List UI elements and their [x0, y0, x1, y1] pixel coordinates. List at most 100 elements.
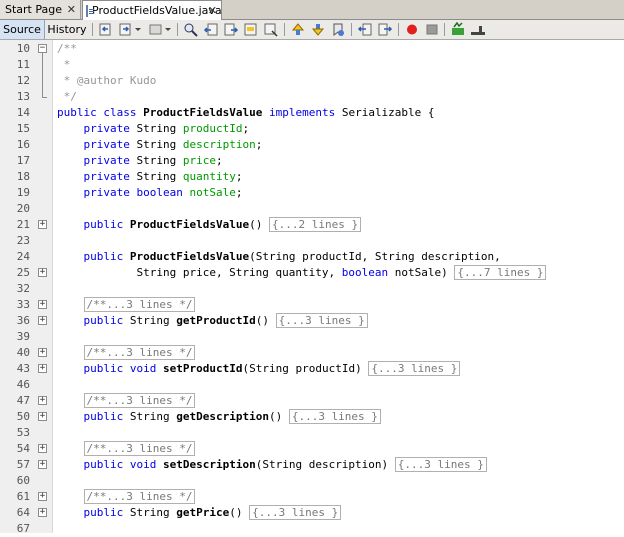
folded-block[interactable]: {...3 lines }	[249, 505, 342, 520]
code-text: String	[123, 506, 177, 519]
code-text: String	[123, 314, 177, 327]
last-edit-icon[interactable]	[148, 22, 164, 37]
shift-right-icon[interactable]	[377, 22, 393, 37]
java-file-icon	[86, 4, 94, 17]
toggle-selection-icon[interactable]	[263, 22, 279, 37]
code-text: notSale)	[388, 266, 455, 279]
toggle-bookmark-icon[interactable]	[330, 22, 346, 37]
line-number: 43	[16, 362, 30, 375]
line-number: 20	[16, 202, 30, 215]
back-icon[interactable]	[98, 22, 114, 37]
chevron-down-icon[interactable]	[134, 22, 142, 37]
stop-macro-recording-icon[interactable]	[424, 22, 440, 37]
code-line: public void setProductId(String productI…	[57, 361, 461, 377]
close-icon[interactable]: ✕	[67, 3, 76, 16]
fold-expand-icon[interactable]: +	[38, 444, 47, 453]
folded-block[interactable]: {...2 lines }	[268, 217, 362, 232]
line-number: 40	[16, 346, 30, 359]
fold-collapse-icon[interactable]: −	[38, 44, 47, 53]
code-line: /**...3 lines */	[57, 441, 196, 457]
code-line: String price, String quantity, boolean n…	[57, 265, 547, 281]
fold-expand-icon[interactable]: +	[38, 396, 47, 405]
fold-expand-icon[interactable]: +	[38, 220, 47, 229]
source-view-button[interactable]: Source	[0, 20, 45, 39]
declaration-name: ProductFieldsValue	[129, 218, 250, 231]
previous-bookmark-icon[interactable]	[290, 22, 306, 37]
find-previous-icon[interactable]	[203, 22, 219, 37]
line-number: 11	[16, 58, 30, 71]
tab-start-page[interactable]: Start Page ✕	[0, 0, 81, 19]
code-line: /**	[57, 41, 77, 57]
line-number: 32	[16, 282, 30, 295]
folded-block[interactable]: {...3 lines }	[394, 457, 487, 472]
folded-block[interactable]: {...7 lines }	[454, 265, 547, 280]
start-macro-recording-icon[interactable]	[404, 22, 420, 37]
fold-expand-icon[interactable]: +	[38, 268, 47, 277]
keyword: public	[83, 458, 124, 471]
toggle-highlight-icon[interactable]	[243, 22, 259, 37]
keyword: private	[83, 122, 130, 135]
folded-block[interactable]: /**...3 lines */	[83, 393, 196, 408]
code-editor[interactable]: /** * * @author Kudo */ public class Prod…	[53, 40, 624, 533]
toolbar-divider	[177, 23, 178, 36]
folded-block[interactable]: {...3 lines }	[275, 313, 368, 328]
next-bookmark-icon[interactable]	[310, 22, 326, 37]
fold-expand-icon[interactable]: +	[38, 348, 47, 357]
line-number: 10	[16, 42, 30, 55]
comment: *	[57, 58, 71, 71]
history-view-button[interactable]: History	[46, 20, 88, 39]
field-name: quantity	[182, 170, 236, 183]
chevron-down-icon[interactable]	[164, 22, 172, 37]
field-name: description	[182, 138, 256, 151]
fold-expand-icon[interactable]: +	[38, 508, 47, 517]
fold-expand-icon[interactable]: +	[38, 300, 47, 309]
folded-block[interactable]: {...3 lines }	[368, 361, 461, 376]
code-line: public ProductFieldsValue() {...2 lines …	[57, 217, 362, 233]
keyword: private	[83, 186, 130, 199]
code-line: /**...3 lines */	[57, 393, 196, 409]
line-number: 16	[16, 138, 30, 151]
folded-block[interactable]: /**...3 lines */	[83, 345, 196, 360]
find-next-icon[interactable]	[223, 22, 239, 37]
tab-product-fields-value[interactable]: ProductFieldsValue.java ✕	[82, 0, 222, 20]
keyword: public	[83, 362, 124, 375]
diff-icon[interactable]	[470, 22, 486, 37]
code-line: public String getPrice() {...3 lines }	[57, 505, 342, 521]
code-text: (String productId, String description,	[249, 250, 501, 263]
folded-block[interactable]: /**...3 lines */	[83, 297, 196, 312]
find-icon[interactable]	[183, 22, 199, 37]
code-text: ;	[215, 154, 223, 167]
folded-block[interactable]: {...3 lines }	[288, 409, 381, 424]
code-text: ()	[229, 506, 250, 519]
code-line: public String getProductId() {...3 lines…	[57, 313, 368, 329]
fold-expand-icon[interactable]: +	[38, 316, 47, 325]
folded-block[interactable]: /**...3 lines */	[83, 441, 196, 456]
fold-expand-icon[interactable]: +	[38, 460, 47, 469]
folded-block[interactable]: /**...3 lines */	[83, 489, 196, 504]
line-number: 33	[16, 298, 30, 311]
fold-expand-icon[interactable]: +	[38, 492, 47, 501]
code-text: (String description)	[255, 458, 395, 471]
fold-expand-icon[interactable]: +	[38, 364, 47, 373]
code-line: */	[57, 89, 77, 105]
fold-expand-icon[interactable]: +	[38, 412, 47, 421]
field-name: notSale	[189, 186, 236, 199]
declaration-name: ProductFieldsValue	[129, 250, 250, 263]
keyword: boolean	[341, 266, 389, 279]
code-text: Serializable {	[335, 106, 435, 119]
check-file-icon[interactable]	[450, 22, 466, 37]
line-number: 54	[16, 442, 30, 455]
shift-left-icon[interactable]	[357, 22, 373, 37]
close-icon[interactable]: ✕	[208, 4, 217, 17]
keyword: public	[83, 314, 124, 327]
forward-icon[interactable]	[118, 22, 134, 37]
comment: * @author Kudo	[57, 74, 157, 87]
